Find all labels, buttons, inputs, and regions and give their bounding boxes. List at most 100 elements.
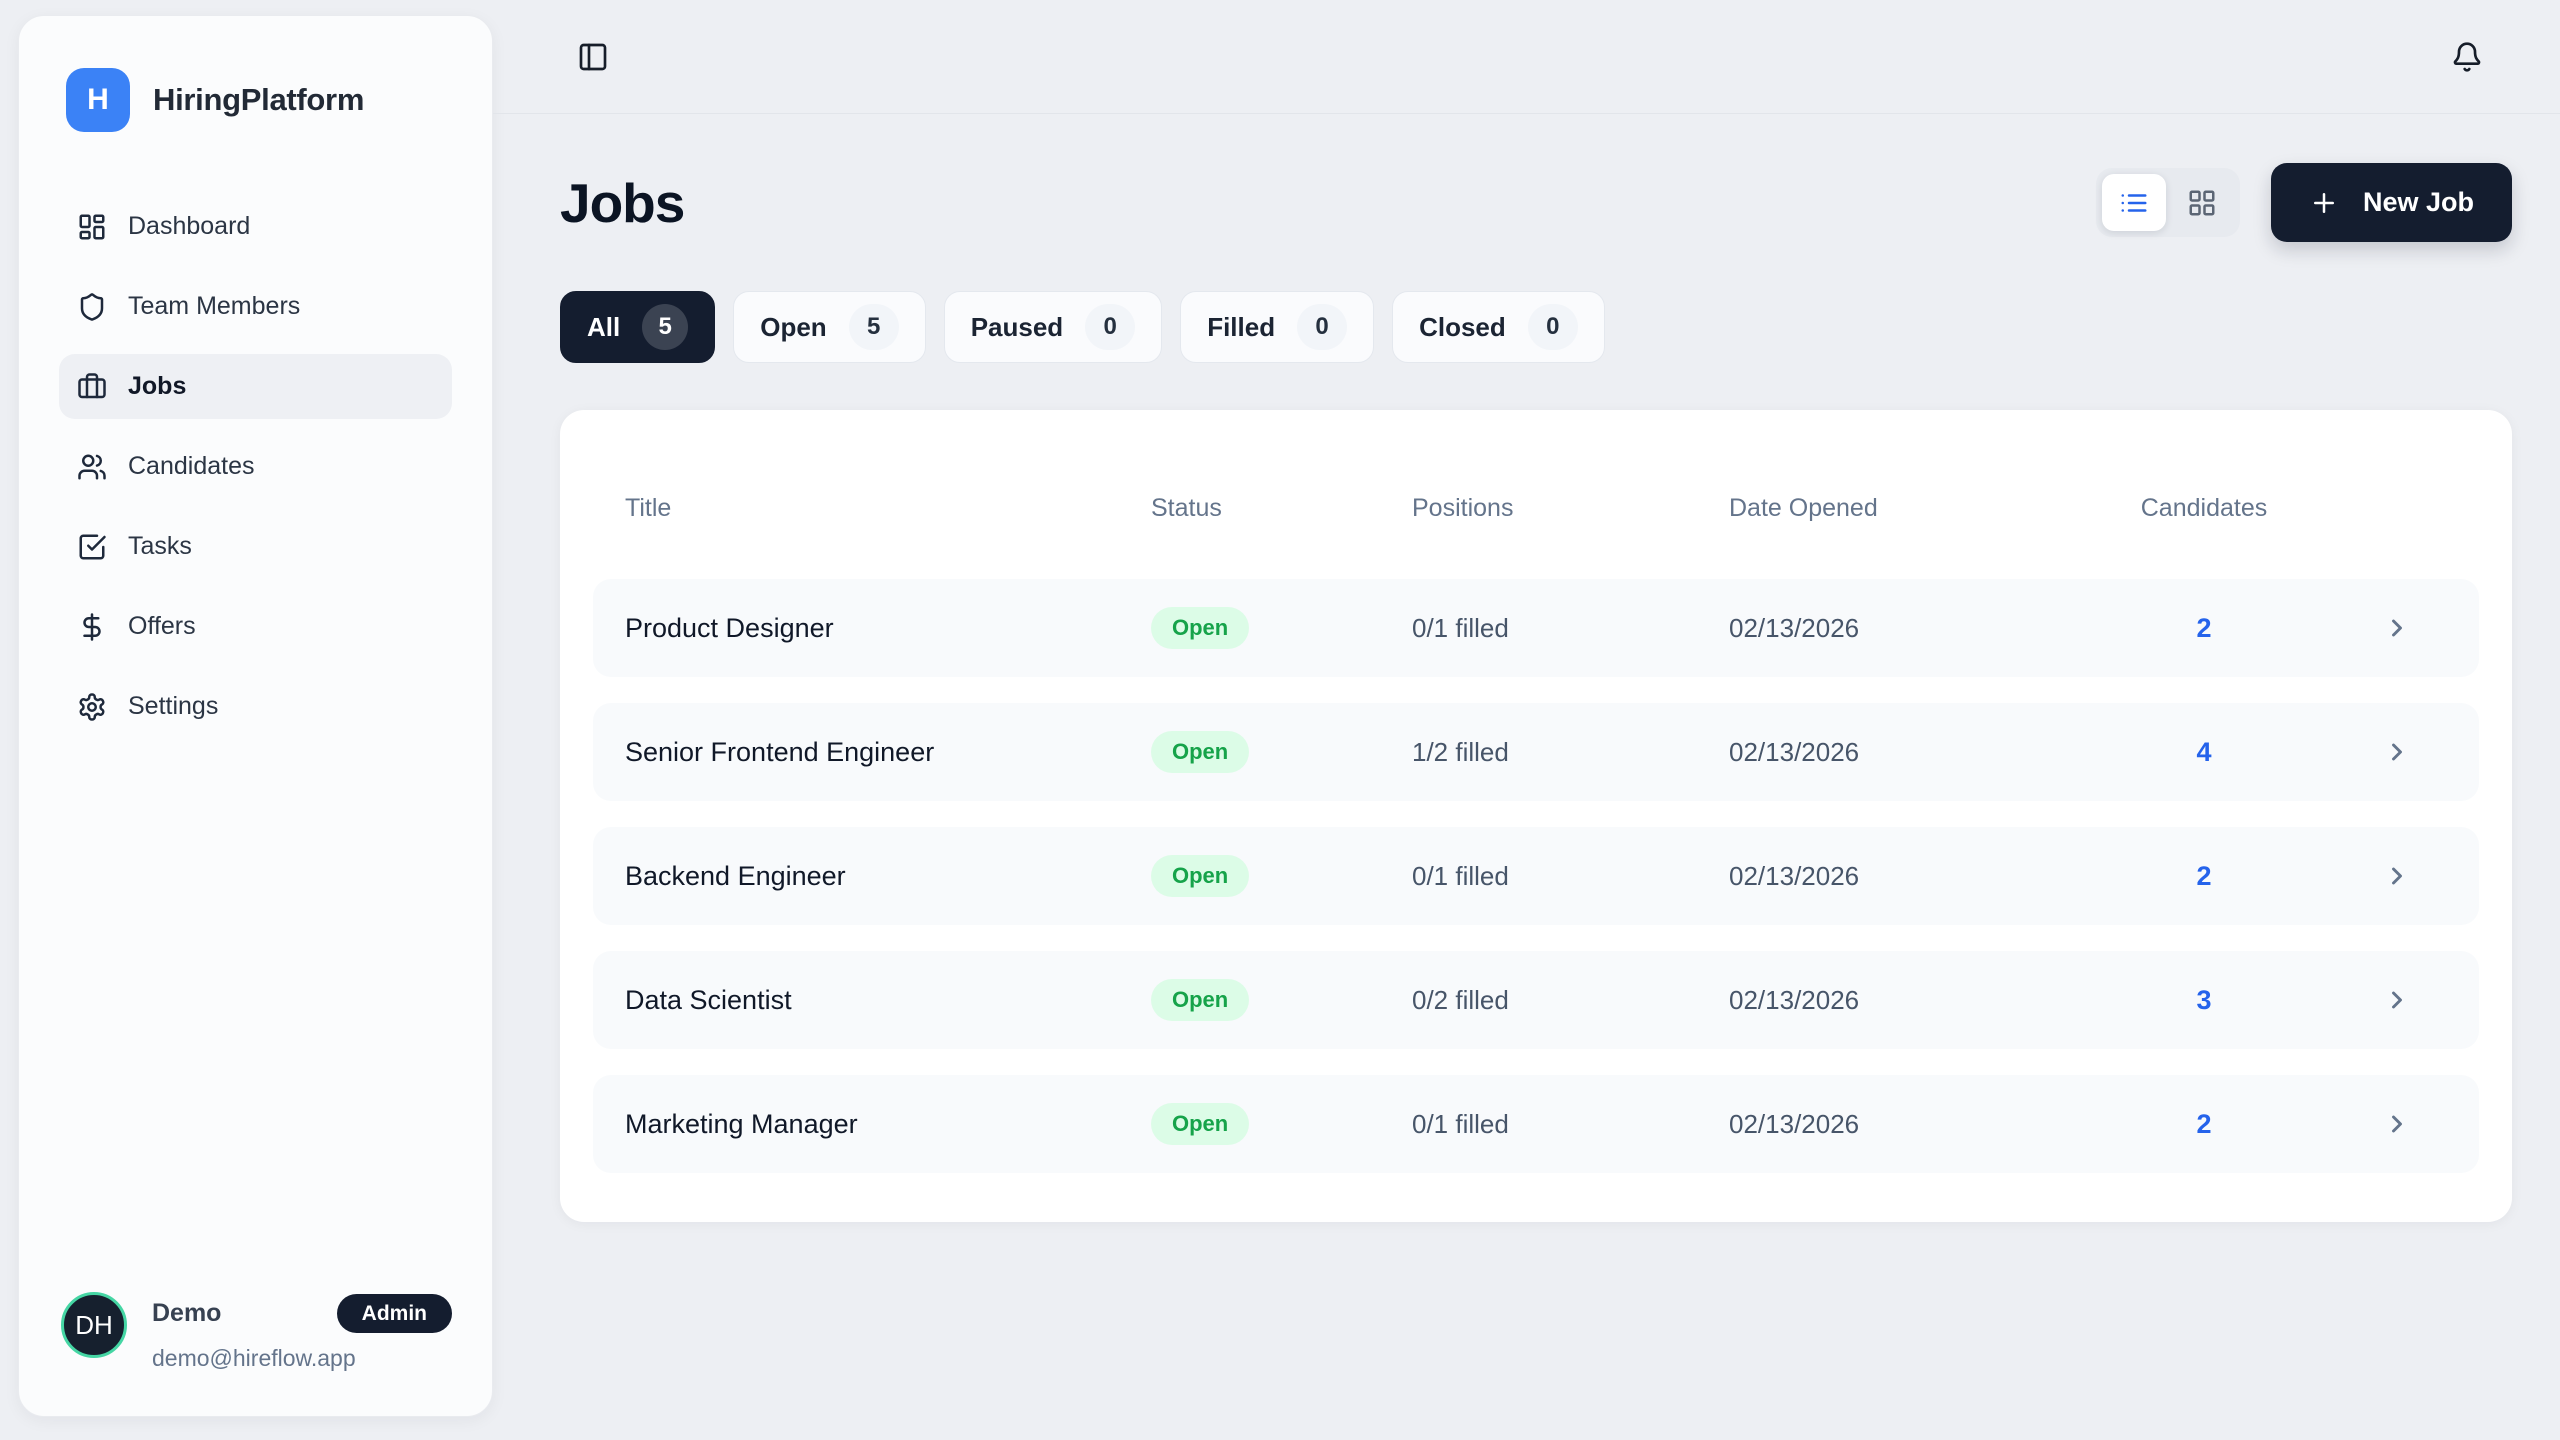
column-header-status: Status [1151,494,1412,523]
sidebar-item-settings[interactable]: Settings [59,674,452,739]
dollar-icon [77,612,107,642]
job-title: Product Designer [625,613,1151,644]
column-header-date-opened: Date Opened [1729,494,2128,523]
positions-cell: 0/1 filled [1412,861,1729,892]
row-open-control[interactable] [2280,614,2447,642]
column-header-positions: Positions [1412,494,1729,523]
filter-tab-filled[interactable]: Filled 0 [1180,291,1374,363]
table-row[interactable]: Senior Frontend Engineer Open 1/2 filled… [593,703,2479,801]
sidebar-item-label: Team Members [128,292,300,321]
row-open-control[interactable] [2280,1110,2447,1138]
column-header-title: Title [625,494,1151,523]
table-body: Product Designer Open 0/1 filled 02/13/2… [593,579,2479,1173]
main-area: Jobs New Job All 5 [493,0,2560,1440]
new-job-button[interactable]: New Job [2271,163,2512,242]
filter-label: Closed [1419,312,1506,343]
candidates-count[interactable]: 3 [2128,985,2280,1016]
sidebar-item-label: Tasks [128,532,192,561]
header-actions: New Job [2096,163,2512,242]
user-info: Demo Admin demo@hireflow.app [152,1292,452,1372]
app-name: HiringPlatform [153,82,364,118]
table-row[interactable]: Data Scientist Open 0/2 filled 02/13/202… [593,951,2479,1049]
filter-tab-all[interactable]: All 5 [560,291,715,363]
filter-tab-open[interactable]: Open 5 [733,291,925,363]
bell-icon [2451,41,2483,73]
user-email: demo@hireflow.app [152,1345,452,1372]
plus-icon [2309,188,2339,218]
gear-icon [77,692,107,722]
candidates-count[interactable]: 2 [2128,861,2280,892]
brand: H HiringPlatform [59,68,452,132]
status-badge: Open [1151,607,1249,649]
sidebar-item-dashboard[interactable]: Dashboard [59,194,452,259]
filter-count-badge: 0 [1528,304,1578,350]
chevron-right-icon [2383,614,2411,642]
positions-cell: 0/1 filled [1412,613,1729,644]
sidebar-item-label: Dashboard [128,212,250,241]
topbar [493,0,2560,114]
user-name: Demo [152,1299,221,1328]
row-open-control[interactable] [2280,738,2447,766]
new-job-label: New Job [2363,187,2474,218]
table-row[interactable]: Backend Engineer Open 0/1 filled 02/13/2… [593,827,2479,925]
row-open-control[interactable] [2280,986,2447,1014]
positions-cell: 0/1 filled [1412,1109,1729,1140]
status-badge: Open [1151,731,1249,773]
filter-count-badge: 5 [849,304,899,350]
list-view-button[interactable] [2102,174,2166,231]
status-badge: Open [1151,855,1249,897]
jobs-table-card: Title Status Positions Date Opened Candi… [560,410,2512,1222]
dashboard-icon [77,212,107,242]
filter-tab-paused[interactable]: Paused 0 [944,291,1163,363]
date-opened-cell: 02/13/2026 [1729,613,2128,644]
filter-label: All [587,312,620,343]
positions-cell: 1/2 filled [1412,737,1729,768]
filter-count-badge: 5 [642,304,688,350]
filter-label: Open [760,312,826,343]
view-toggle [2096,168,2240,237]
chevron-right-icon [2383,1110,2411,1138]
sidebar-item-label: Jobs [128,372,186,401]
list-icon [2119,188,2149,218]
avatar-initials: DH [75,1310,113,1341]
app-logo: H [66,68,130,132]
page-content: Jobs New Job All 5 [493,114,2560,1222]
job-title: Senior Frontend Engineer [625,737,1151,768]
app-logo-letter: H [87,83,109,117]
role-badge: Admin [337,1294,452,1333]
filter-count-badge: 0 [1085,304,1135,350]
filter-tab-closed[interactable]: Closed 0 [1392,291,1605,363]
candidates-count[interactable]: 2 [2128,613,2280,644]
candidates-count[interactable]: 2 [2128,1109,2280,1140]
briefcase-icon [77,372,107,402]
panel-left-icon [577,41,609,73]
row-open-control[interactable] [2280,862,2447,890]
sidebar-item-jobs[interactable]: Jobs [59,354,452,419]
sidebar-item-label: Settings [128,692,218,721]
user-profile: DH Demo Admin demo@hireflow.app [59,1292,452,1372]
date-opened-cell: 02/13/2026 [1729,861,2128,892]
grid-icon [2187,188,2217,218]
grid-view-button[interactable] [2170,174,2234,231]
sidebar-item-label: Candidates [128,452,254,481]
date-opened-cell: 02/13/2026 [1729,737,2128,768]
table-row[interactable]: Product Designer Open 0/1 filled 02/13/2… [593,579,2479,677]
table-row[interactable]: Marketing Manager Open 0/1 filled 02/13/… [593,1075,2479,1173]
sidebar-item-offers[interactable]: Offers [59,594,452,659]
job-title: Data Scientist [625,985,1151,1016]
sidebar-nav: Dashboard Team Members Jobs Candidates T… [59,194,452,739]
sidebar-item-candidates[interactable]: Candidates [59,434,452,499]
column-header-candidates: Candidates [2128,494,2280,523]
status-badge: Open [1151,979,1249,1021]
notifications-button[interactable] [2447,37,2487,77]
sidebar-item-team-members[interactable]: Team Members [59,274,452,339]
filter-label: Filled [1207,312,1275,343]
date-opened-cell: 02/13/2026 [1729,985,2128,1016]
chevron-right-icon [2383,986,2411,1014]
avatar: DH [61,1292,127,1358]
sidebar-item-tasks[interactable]: Tasks [59,514,452,579]
status-filter-tabs: All 5 Open 5 Paused 0 Filled 0 Closed 0 [560,291,2512,363]
check-square-icon [77,532,107,562]
candidates-count[interactable]: 4 [2128,737,2280,768]
sidebar-toggle-button[interactable] [573,37,613,77]
